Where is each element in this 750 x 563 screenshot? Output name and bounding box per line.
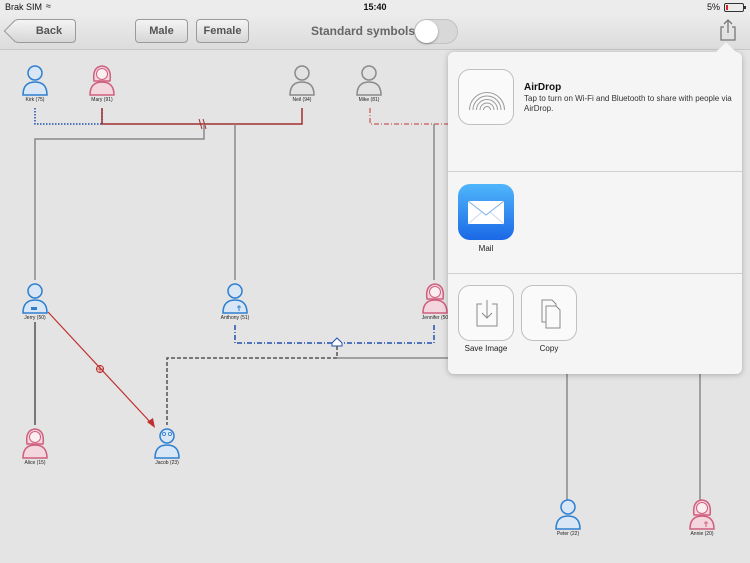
toggle-knob	[415, 20, 438, 43]
person-neil[interactable]: Neil (94)	[280, 63, 324, 103]
person-name: Jacob (23)	[155, 460, 179, 466]
share-actions-section: Save Image Copy	[448, 275, 742, 374]
person-name: Anthony (51)	[220, 315, 250, 321]
battery-percent: 5%	[706, 2, 720, 12]
airdrop-description: Tap to turn on Wi-Fi and Bluetooth to sh…	[524, 94, 732, 113]
person-name: Peter (22)	[556, 531, 580, 537]
airdrop-icon[interactable]	[458, 69, 514, 125]
person-mary[interactable]: Mary (91)	[80, 63, 124, 103]
female-person-icon	[689, 499, 715, 530]
female-person-icon	[22, 428, 48, 459]
standard-symbols-toggle[interactable]	[414, 19, 458, 44]
male-button-label: Male	[149, 25, 174, 37]
toolbar: Back Male Female Standard symbols:	[0, 14, 750, 50]
person-peter[interactable]: Peter (22)	[546, 497, 590, 537]
save-image-icon[interactable]	[458, 285, 514, 341]
male-person-icon	[555, 499, 581, 530]
female-button[interactable]: Female	[196, 19, 249, 43]
female-button-label: Female	[203, 25, 242, 37]
airdrop-title: AirDrop	[524, 82, 562, 93]
person-name: Kirk (75)	[25, 97, 45, 103]
clock: 15:40	[363, 2, 387, 12]
status-bar: Brak SIM ≈ 15:40 5%	[0, 0, 750, 14]
unknown-person-icon	[289, 65, 315, 96]
female-person-icon	[89, 65, 115, 96]
mail-icon[interactable]	[458, 184, 514, 240]
back-button-label: Back	[35, 25, 63, 37]
mail-label: Mail	[478, 244, 494, 253]
male-button[interactable]: Male	[135, 19, 188, 43]
person-anthony[interactable]: Anthony (51)	[213, 281, 257, 321]
male-person-icon	[22, 65, 48, 96]
copy-label: Copy	[539, 344, 559, 353]
person-alice[interactable]: Alice (15)	[13, 426, 57, 466]
share-sheet: AirDrop Tap to turn on Wi-Fi and Bluetoo…	[448, 52, 742, 374]
person-name: Neil (94)	[292, 97, 312, 103]
copy-icon[interactable]	[521, 285, 577, 341]
back-button[interactable]: Back	[14, 19, 76, 43]
male-person-icon	[154, 428, 180, 459]
person-mike[interactable]: Mike (81)	[347, 63, 391, 103]
person-name: Annie (20)	[690, 531, 714, 537]
share-icon[interactable]	[718, 18, 738, 42]
person-annie[interactable]: Annie (20)	[680, 497, 724, 537]
person-name: Mary (91)	[91, 97, 113, 103]
airdrop-section[interactable]: AirDrop Tap to turn on Wi-Fi and Bluetoo…	[448, 52, 742, 172]
person-jerry[interactable]: Jerry (50)	[13, 281, 57, 321]
unknown-person-icon	[356, 65, 382, 96]
person-name: Mike (81)	[358, 97, 380, 103]
male-person-icon	[22, 283, 48, 314]
person-name: Alice (15)	[24, 460, 46, 466]
male-person-icon	[222, 283, 248, 314]
standard-symbols-label: Standard symbols:	[311, 24, 420, 38]
battery-icon	[724, 3, 746, 12]
share-apps-section: Mail	[448, 173, 742, 274]
save-image-label: Save Image	[464, 344, 508, 353]
person-jacob[interactable]: Jacob (23)	[145, 426, 189, 466]
person-name: Jerry (50)	[24, 315, 46, 321]
person-kirk[interactable]: Kirk (75)	[13, 63, 57, 103]
female-person-icon	[422, 283, 448, 314]
